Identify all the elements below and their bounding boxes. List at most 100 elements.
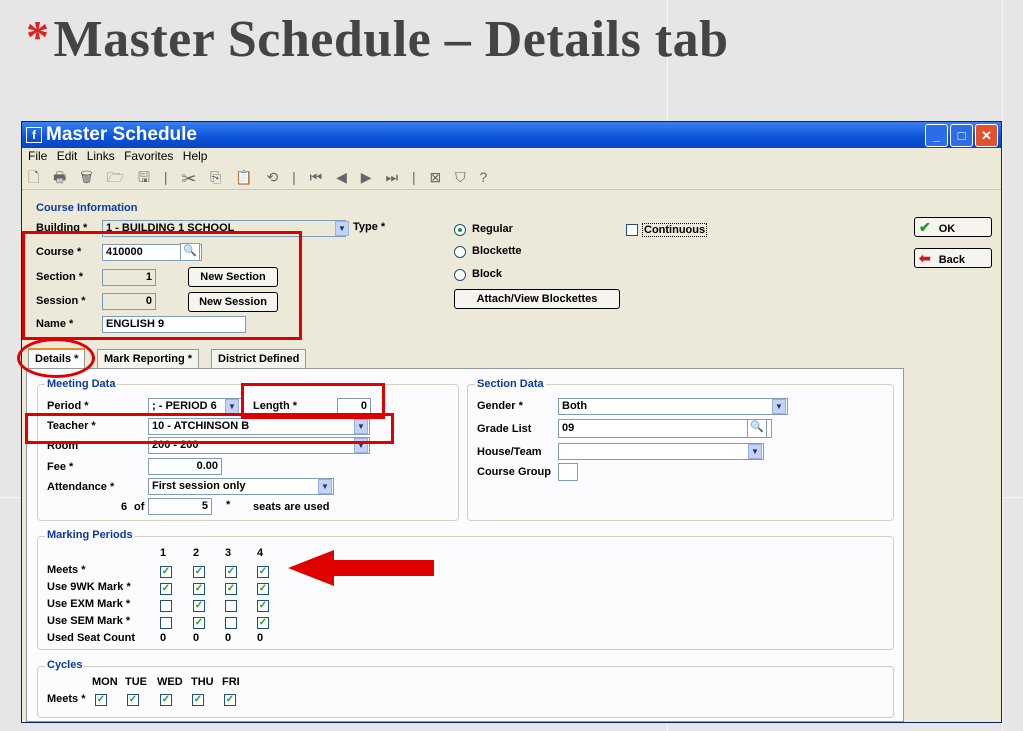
back-arrow-icon: ⬅	[919, 250, 931, 266]
cycle-day-checkbox[interactable]: ✓	[160, 694, 172, 706]
continuous-label: Continuous	[642, 223, 708, 237]
marking-period-checkbox[interactable]: ✓	[257, 600, 269, 612]
seats-required-mark: *	[226, 499, 231, 511]
chevron-down-icon[interactable]: ▼	[335, 221, 349, 236]
type-label: Type *	[353, 221, 386, 233]
seat-count-3: 0	[225, 632, 232, 644]
marking-period-checkbox[interactable]	[225, 617, 237, 629]
marking-period-checkbox[interactable]: ✓	[225, 583, 237, 595]
course-group-label: Course Group	[477, 466, 551, 478]
mp-col-2: 2	[193, 547, 200, 559]
maximize-button[interactable]: □	[950, 124, 973, 147]
marking-period-checkbox[interactable]	[160, 617, 172, 629]
marking-period-checkbox[interactable]: ✓	[225, 566, 237, 578]
chevron-down-icon[interactable]: ▼	[225, 399, 239, 414]
slide-title-text: Master Schedule – Details tab	[53, 11, 729, 68]
menu-favorites[interactable]: Favorites	[124, 149, 173, 163]
chevron-down-icon[interactable]: ▼	[318, 479, 332, 494]
marking-period-checkbox[interactable]	[225, 600, 237, 612]
minimize-button[interactable]: _	[925, 124, 948, 147]
marking-period-checkbox[interactable]: ✓	[257, 583, 269, 595]
meets-label: Meets *	[47, 564, 86, 576]
day-fri: FRI	[222, 676, 240, 688]
type-regular-radio[interactable]	[454, 224, 466, 236]
marking-period-checkbox[interactable]: ✓	[193, 600, 205, 612]
fee-label: Fee *	[47, 461, 74, 473]
course-info-group-label: Course Information	[36, 202, 138, 214]
attendance-select[interactable]: First session only	[148, 478, 334, 495]
marking-period-checkbox[interactable]: ✓	[160, 583, 172, 595]
marking-periods-group-label: Marking Periods	[45, 529, 135, 541]
cycles-fieldset	[37, 666, 894, 718]
use-sem-label: Use SEM Mark *	[47, 615, 131, 627]
ok-label: OK	[938, 223, 956, 235]
day-thu: THU	[191, 676, 214, 688]
menu-links[interactable]: Links	[87, 149, 115, 163]
attach-blockettes-button[interactable]: Attach/View Blockettes	[454, 289, 620, 309]
title-bullet: *	[26, 11, 50, 62]
slide-title: *Master Schedule – Details tab	[26, 10, 729, 69]
marking-period-checkbox[interactable]: ✓	[193, 617, 205, 629]
mp-col-3: 3	[225, 547, 232, 559]
tab-mark-reporting[interactable]: Mark Reporting *	[97, 349, 200, 369]
window-titlebar[interactable]: f Master Schedule _ □ ✕	[22, 122, 1001, 148]
chevron-down-icon[interactable]: ▼	[748, 444, 762, 459]
chevron-down-icon[interactable]: ▼	[772, 399, 786, 414]
marking-period-checkbox[interactable]	[160, 600, 172, 612]
used-seat-count-label: Used Seat Count	[47, 632, 136, 644]
continuous-checkbox[interactable]	[626, 224, 638, 236]
tab-district-defined[interactable]: District Defined	[211, 349, 307, 369]
cycle-day-checkbox[interactable]: ✓	[224, 694, 236, 706]
cycle-day-checkbox[interactable]: ✓	[127, 694, 139, 706]
marking-period-checkbox[interactable]: ✓	[257, 566, 269, 578]
seats-field[interactable]: 5	[148, 498, 212, 515]
toolbar-icons[interactable]: 🗋 🖶 🗑 🗁 🖫 | ✂ ⎘ 📋 ⟲ | ⏮ ◀ ▶ ⏭ | ⊠ ⛉ ?	[28, 169, 492, 185]
type-blockette-radio[interactable]	[454, 246, 466, 258]
cycles-meets-label: Meets *	[47, 693, 86, 705]
type-regular-label: Regular	[472, 223, 513, 235]
marking-period-checkbox[interactable]: ✓	[160, 566, 172, 578]
meeting-data-group-label: Meeting Data	[45, 378, 118, 390]
type-blockette-label: Blockette	[472, 245, 522, 257]
teacher-highlight	[25, 413, 394, 444]
window-title: Master Schedule	[46, 124, 197, 145]
seat-count-1: 0	[160, 632, 167, 644]
toolbar[interactable]: 🗋 🖶 🗑 🗁 🖫 | ✂ ⎘ 📋 ⟲ | ⏮ ◀ ▶ ⏭ | ⊠ ⛉ ?	[22, 165, 1001, 190]
marking-period-checkbox[interactable]: ✓	[193, 566, 205, 578]
course-info-highlight	[22, 231, 302, 340]
search-icon[interactable]: 🔍	[747, 419, 767, 438]
menu-edit[interactable]: Edit	[57, 149, 78, 163]
house-team-select[interactable]	[558, 443, 764, 460]
type-block-radio[interactable]	[454, 269, 466, 281]
seats-used-label: seats are used	[253, 501, 330, 513]
seat-count-2: 0	[193, 632, 200, 644]
house-team-label: House/Team	[477, 446, 542, 458]
mp-col-4: 4	[257, 547, 264, 559]
app-icon: f	[26, 126, 42, 143]
cycle-day-checkbox[interactable]: ✓	[192, 694, 204, 706]
day-tue: TUE	[125, 676, 147, 688]
menu-file[interactable]: File	[28, 149, 47, 163]
use-exm-label: Use EXM Mark *	[47, 598, 131, 610]
cycle-day-checkbox[interactable]: ✓	[95, 694, 107, 706]
grade-list-field[interactable]: 09	[558, 419, 772, 438]
ok-button[interactable]: ✔ OK	[914, 217, 992, 237]
marking-period-checkbox[interactable]: ✓	[257, 617, 269, 629]
day-mon: MON	[92, 676, 118, 688]
cycles-group-label: Cycles	[45, 659, 85, 671]
grade-list-label: Grade List	[477, 423, 532, 435]
menu-help[interactable]: Help	[183, 149, 208, 163]
fee-field[interactable]: 0.00	[148, 458, 222, 475]
back-button[interactable]: ⬅ Back	[914, 248, 992, 268]
marking-period-checkbox[interactable]: ✓	[193, 583, 205, 595]
use-9wk-label: Use 9WK Mark *	[47, 581, 131, 593]
seat-count-4: 0	[257, 632, 264, 644]
course-group-field[interactable]	[558, 463, 578, 481]
attendance-label: Attendance *	[47, 481, 115, 493]
mp-col-1: 1	[160, 547, 167, 559]
back-label: Back	[938, 254, 966, 266]
details-tab-highlight	[17, 338, 95, 378]
gender-select[interactable]: Both	[558, 398, 788, 415]
close-button[interactable]: ✕	[975, 124, 998, 147]
menu-bar: File Edit Links Favorites Help	[22, 148, 1001, 165]
